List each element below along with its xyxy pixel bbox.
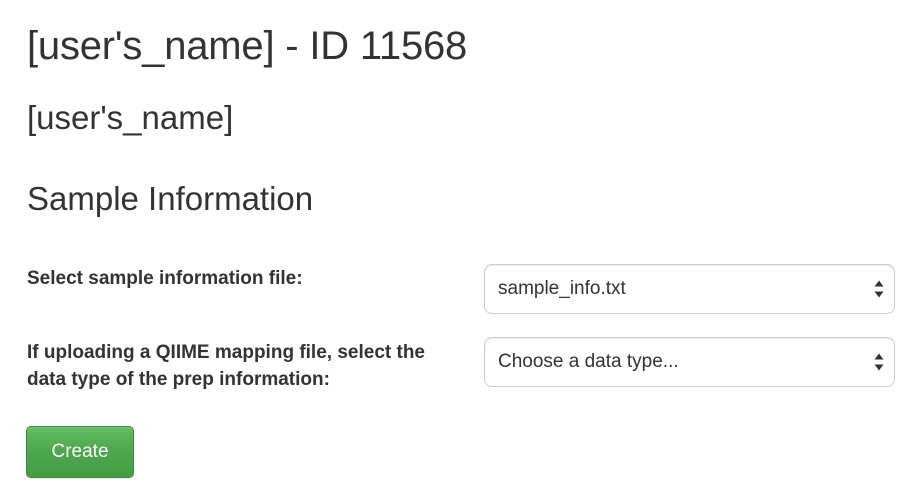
select-arrows-icon bbox=[874, 353, 884, 371]
section-heading-sample-information: Sample Information bbox=[27, 180, 314, 217]
create-button[interactable]: Create bbox=[26, 426, 134, 478]
sample-file-select[interactable]: sample_info.txt bbox=[484, 264, 895, 314]
sample-file-label: Select sample information file: bbox=[27, 268, 303, 289]
data-type-placeholder: Choose a data type... bbox=[498, 351, 679, 372]
data-type-select[interactable]: Choose a data type... bbox=[484, 337, 895, 387]
sample-file-selected-value: sample_info.txt bbox=[498, 278, 626, 299]
user-name-heading: [user's_name] bbox=[27, 99, 234, 136]
select-arrows-icon bbox=[874, 280, 884, 298]
page-title: [user's_name] - ID 11568 bbox=[27, 24, 468, 68]
data-type-label: If uploading a QIIME mapping file, selec… bbox=[27, 342, 425, 390]
